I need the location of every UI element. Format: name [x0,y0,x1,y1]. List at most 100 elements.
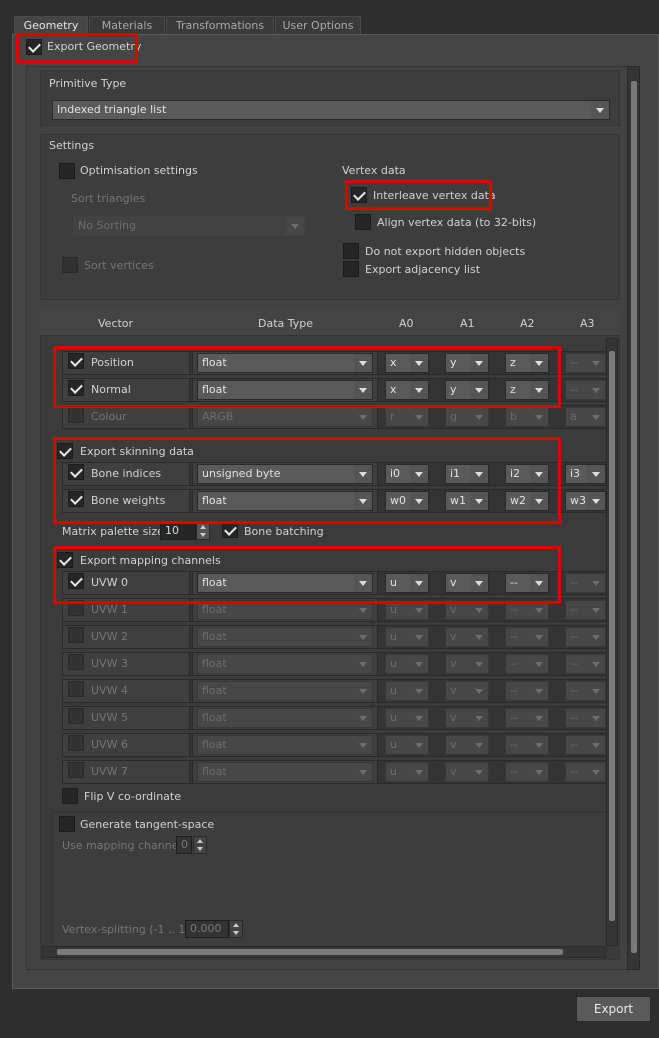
attribute-a0-dropdown[interactable]: u [385,573,429,593]
attribute-a2-dropdown[interactable]: -- [505,735,549,755]
attribute-a3-dropdown[interactable]: i3 [565,464,606,484]
attribute-a1-dropdown[interactable]: v [445,573,489,593]
data-type-dropdown[interactable]: ARGB [197,407,373,427]
data-type-dropdown[interactable]: float [197,380,373,400]
vector-enable-checkbox[interactable] [68,600,84,616]
attribute-a3-dropdown[interactable]: -- [565,762,606,782]
export-geometry-checkbox[interactable] [26,39,42,55]
sort-vertices-checkbox[interactable] [62,257,78,273]
attribute-a1-dropdown[interactable]: y [445,353,489,373]
outer-vertical-scrollbar[interactable] [627,66,640,970]
attribute-a0-dropdown[interactable]: u [385,762,429,782]
data-type-dropdown[interactable]: float [197,735,373,755]
vector-enable-checkbox[interactable] [68,708,84,724]
attribute-a3-dropdown[interactable]: -- [565,654,606,674]
attribute-a1-dropdown[interactable]: v [445,627,489,647]
attribute-a2-dropdown[interactable]: b [505,407,549,427]
vector-enable-checkbox[interactable] [68,762,84,778]
attribute-a0-dropdown[interactable]: u [385,708,429,728]
attribute-a0-dropdown[interactable]: r [385,407,429,427]
attribute-a3-dropdown[interactable]: -- [565,353,606,373]
vector-enable-checkbox[interactable] [68,681,84,697]
vertex-splitting-input[interactable]: 0.000 [185,920,229,938]
data-type-dropdown[interactable]: float [197,654,373,674]
attribute-a1-dropdown[interactable]: v [445,735,489,755]
export-button[interactable]: Export [576,996,651,1022]
attribute-a3-dropdown[interactable]: -- [565,735,606,755]
vector-enable-checkbox[interactable] [68,491,84,507]
outer-vertical-scrollbar-thumb[interactable] [631,81,637,953]
bone-batching-checkbox[interactable] [222,522,238,538]
sort-triangles-dropdown[interactable]: No Sorting [73,216,305,236]
attribute-a1-dropdown[interactable]: g [445,407,489,427]
attribute-a2-dropdown[interactable]: z [505,380,549,400]
data-type-dropdown[interactable]: float [197,681,373,701]
table-horizontal-scrollbar-thumb[interactable] [57,949,563,955]
attribute-a3-dropdown[interactable]: -- [565,573,606,593]
attribute-a1-dropdown[interactable]: v [445,708,489,728]
attribute-a0-dropdown[interactable]: u [385,627,429,647]
mapping-channel-spinner[interactable] [193,836,207,854]
optimisation-checkbox[interactable] [59,163,75,179]
attribute-a0-dropdown[interactable]: u [385,735,429,755]
attribute-a3-dropdown[interactable]: -- [565,627,606,647]
attribute-a0-dropdown[interactable]: x [385,353,429,373]
vertex-splitting-spinner[interactable] [229,920,243,938]
data-type-dropdown[interactable]: float [197,627,373,647]
generate-tangent-checkbox[interactable] [59,816,75,832]
attribute-a2-dropdown[interactable]: i2 [505,464,549,484]
attribute-a3-dropdown[interactable]: -- [565,708,606,728]
vector-enable-checkbox[interactable] [68,464,84,480]
mapping-channel-input[interactable]: 0 [176,836,192,854]
interleave-checkbox[interactable] [351,187,367,203]
attribute-a2-dropdown[interactable]: z [505,353,549,373]
flip-v-checkbox[interactable] [62,788,78,804]
attribute-a0-dropdown[interactable]: w0 [385,491,429,511]
tab-user-options[interactable]: User Options [275,16,361,34]
attribute-a0-dropdown[interactable]: u [385,600,429,620]
vector-enable-checkbox[interactable] [68,353,84,369]
export-skinning-checkbox[interactable] [57,443,73,459]
attribute-a2-dropdown[interactable]: -- [505,762,549,782]
matrix-palette-spinner[interactable] [196,522,210,540]
tab-geometry[interactable]: Geometry [14,16,88,34]
matrix-palette-input[interactable]: 10 [160,522,196,540]
attribute-a2-dropdown[interactable]: -- [505,681,549,701]
attribute-a2-dropdown[interactable]: -- [505,654,549,674]
data-type-dropdown[interactable]: float [197,491,373,511]
attribute-a0-dropdown[interactable]: i0 [385,464,429,484]
data-type-dropdown[interactable]: float [197,600,373,620]
attribute-a1-dropdown[interactable]: i1 [445,464,489,484]
attribute-a2-dropdown[interactable]: -- [505,600,549,620]
attribute-a1-dropdown[interactable]: y [445,380,489,400]
vector-enable-checkbox[interactable] [68,735,84,751]
data-type-dropdown[interactable]: float [197,353,373,373]
data-type-dropdown[interactable]: float [197,762,373,782]
attribute-a2-dropdown[interactable]: w2 [505,491,549,511]
vector-enable-checkbox[interactable] [68,407,84,423]
vector-enable-checkbox[interactable] [68,627,84,643]
vector-enable-checkbox[interactable] [68,380,84,396]
table-vertical-scrollbar-thumb[interactable] [609,351,615,921]
attribute-a1-dropdown[interactable]: v [445,654,489,674]
attribute-a0-dropdown[interactable]: x [385,380,429,400]
attribute-a3-dropdown[interactable]: w3 [565,491,606,511]
attribute-a3-dropdown[interactable]: -- [565,681,606,701]
attribute-a1-dropdown[interactable]: v [445,681,489,701]
export-mapping-checkbox[interactable] [57,552,73,568]
attribute-a1-dropdown[interactable]: v [445,600,489,620]
attribute-a0-dropdown[interactable]: u [385,654,429,674]
vector-enable-checkbox[interactable] [68,573,84,589]
primitive-type-dropdown[interactable]: Indexed triangle list [52,100,610,120]
adjacency-checkbox[interactable] [343,261,359,277]
table-horizontal-scrollbar[interactable] [42,946,606,958]
vector-enable-checkbox[interactable] [68,654,84,670]
attribute-a2-dropdown[interactable]: -- [505,708,549,728]
attribute-a3-dropdown[interactable]: -- [565,380,606,400]
table-vertical-scrollbar[interactable] [606,338,618,946]
no-hidden-objects-checkbox[interactable] [343,243,359,259]
attribute-a2-dropdown[interactable]: -- [505,627,549,647]
tab-materials[interactable]: Materials [89,16,165,34]
attribute-a1-dropdown[interactable]: v [445,762,489,782]
tab-transformations[interactable]: Transformations [166,16,274,34]
